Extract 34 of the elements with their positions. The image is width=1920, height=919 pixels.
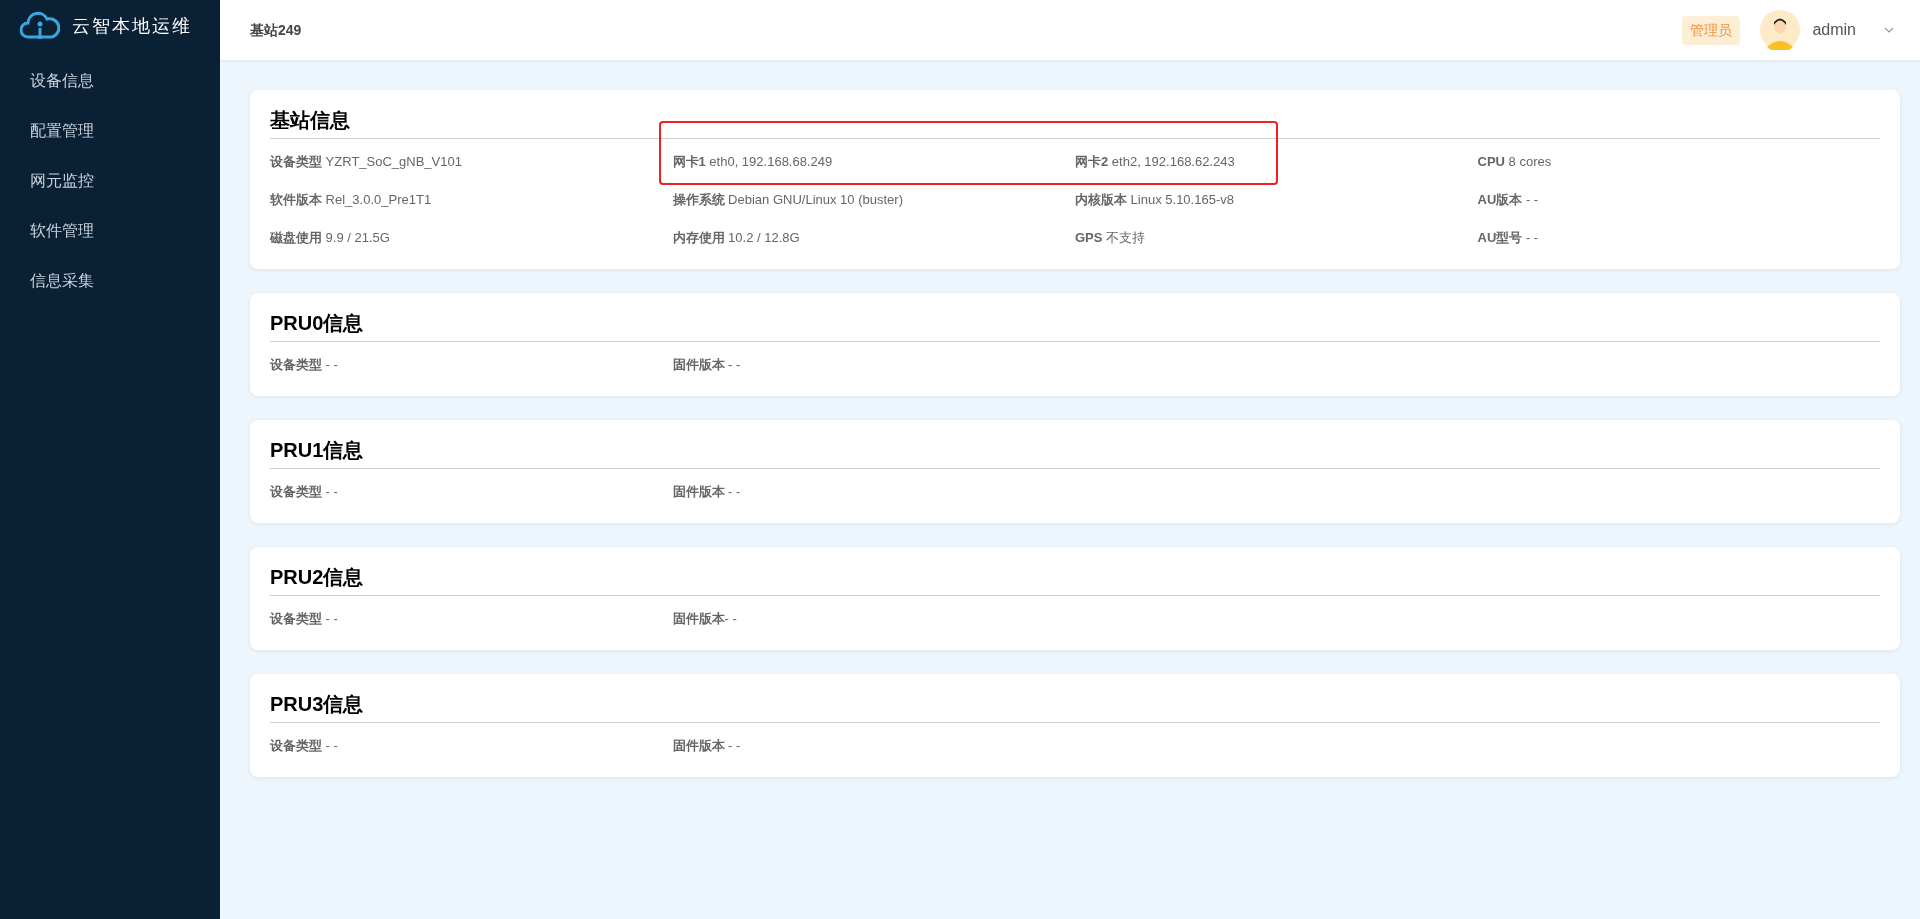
- sidebar-item[interactable]: 信息采集: [0, 256, 220, 306]
- app-title: 云智本地运维: [72, 14, 192, 38]
- card-title: PRU2信息: [270, 565, 365, 590]
- info-field: 设备类型 - -: [270, 482, 338, 502]
- card-title: PRU1信息: [270, 438, 365, 463]
- info-field: 固件版本- -: [672, 609, 737, 629]
- info-field: 设备类型 YZRT_SoC_gNB_V101: [270, 152, 462, 172]
- card-title: 基站信息: [270, 108, 351, 133]
- info-field: CPU 8 cores: [1477, 152, 1552, 172]
- info-field: 固件版本 - -: [672, 355, 741, 375]
- sidebar-item[interactable]: 网元监控: [0, 156, 220, 206]
- info-field: 磁盘使用 9.9 / 21.5G: [270, 228, 390, 248]
- sidebar-item[interactable]: 配置管理: [0, 106, 220, 156]
- info-field: 设备类型 - -: [270, 355, 338, 375]
- page-title: 基站249: [250, 20, 302, 40]
- info-field: 设备类型 - -: [270, 609, 338, 629]
- sidebar-item[interactable]: 软件管理: [0, 206, 220, 256]
- user-name[interactable]: admin: [1812, 18, 1856, 42]
- card-title: PRU3信息: [270, 692, 365, 717]
- info-field: AU型号 - -: [1477, 228, 1539, 248]
- info-field: GPS 不支持: [1075, 228, 1146, 248]
- info-field: 操作系统 Debian GNU/Linux 10 (buster): [672, 190, 903, 210]
- info-field: 网卡2 eth2, 192.168.62.243: [1075, 152, 1235, 172]
- info-field: 内存使用 10.2 / 12.8G: [672, 228, 800, 248]
- info-field: 软件版本 Rel_3.0.0_Pre1T1: [270, 190, 432, 210]
- role-badge: 管理员: [1682, 15, 1741, 45]
- info-field: 设备类型 - -: [270, 736, 338, 756]
- info-field: 固件版本 - -: [672, 482, 741, 502]
- info-field: 内核版本 Linux 5.10.165-v8: [1075, 190, 1234, 210]
- info-field: 网卡1 eth0, 192.168.68.249: [672, 152, 833, 172]
- sidebar-item[interactable]: 设备信息: [0, 56, 220, 106]
- card-title: PRU0信息: [270, 311, 365, 336]
- info-field: AU版本 - -: [1477, 190, 1539, 210]
- info-field: 固件版本 - -: [672, 736, 741, 756]
